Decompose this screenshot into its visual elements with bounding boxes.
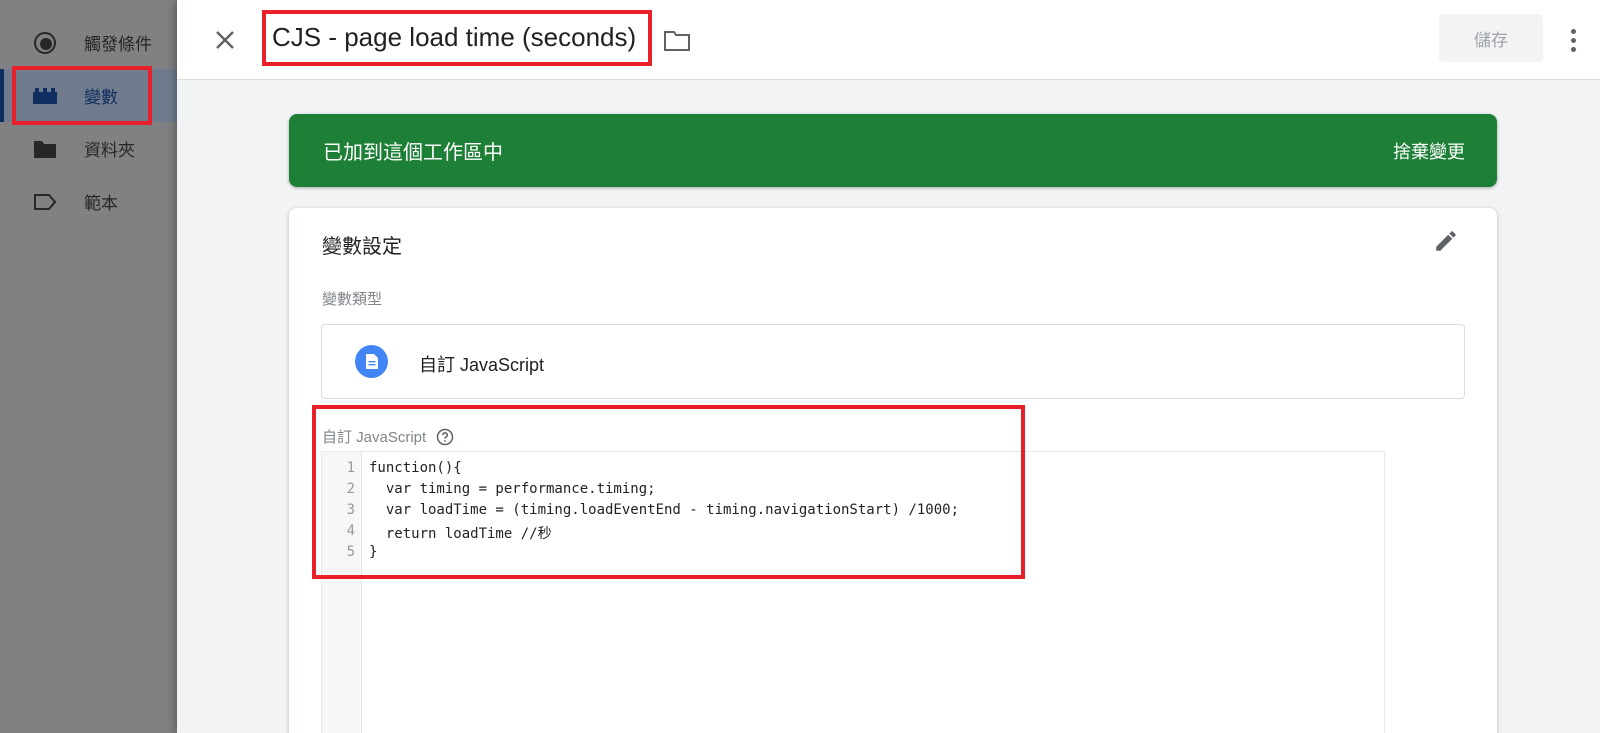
pencil-icon: [1436, 231, 1456, 251]
close-icon: [216, 31, 234, 49]
variable-editor-panel: CJS - page load time (seconds) 儲存 已加到這個工…: [177, 0, 1600, 733]
top-bar: CJS - page load time (seconds) 儲存: [177, 0, 1600, 80]
save-button[interactable]: 儲存: [1439, 14, 1543, 62]
more-vert-dot: [1570, 46, 1576, 52]
banner-text: 已加到這個工作區中: [323, 142, 503, 164]
highlight-box-nav: [12, 66, 152, 125]
card-title: 變數設定: [322, 236, 402, 258]
close-button[interactable]: [207, 22, 243, 58]
variable-type-label: 變數類型: [322, 291, 383, 308]
document-icon: [355, 345, 388, 378]
more-vert-dot: [1570, 37, 1576, 43]
more-vert-icon: [1570, 28, 1576, 34]
highlight-box-code: [312, 405, 1025, 579]
discard-changes-button[interactable]: 捨棄變更: [1393, 138, 1465, 164]
more-menu-button[interactable]: [1561, 22, 1585, 58]
variable-type-value: 自訂 JavaScript: [419, 355, 545, 375]
edit-button[interactable]: [1427, 222, 1465, 260]
variable-config-card: 變數設定 變數類型 自訂 JavaScript 自訂 JavaScript 1 …: [289, 208, 1497, 733]
variable-type-selector[interactable]: 自訂 JavaScript: [321, 324, 1465, 399]
status-banner: 已加到這個工作區中 捨棄變更: [289, 114, 1497, 187]
folder-button[interactable]: [661, 24, 693, 56]
highlight-box-title: [262, 10, 652, 66]
folder-outline-icon: [664, 31, 690, 51]
